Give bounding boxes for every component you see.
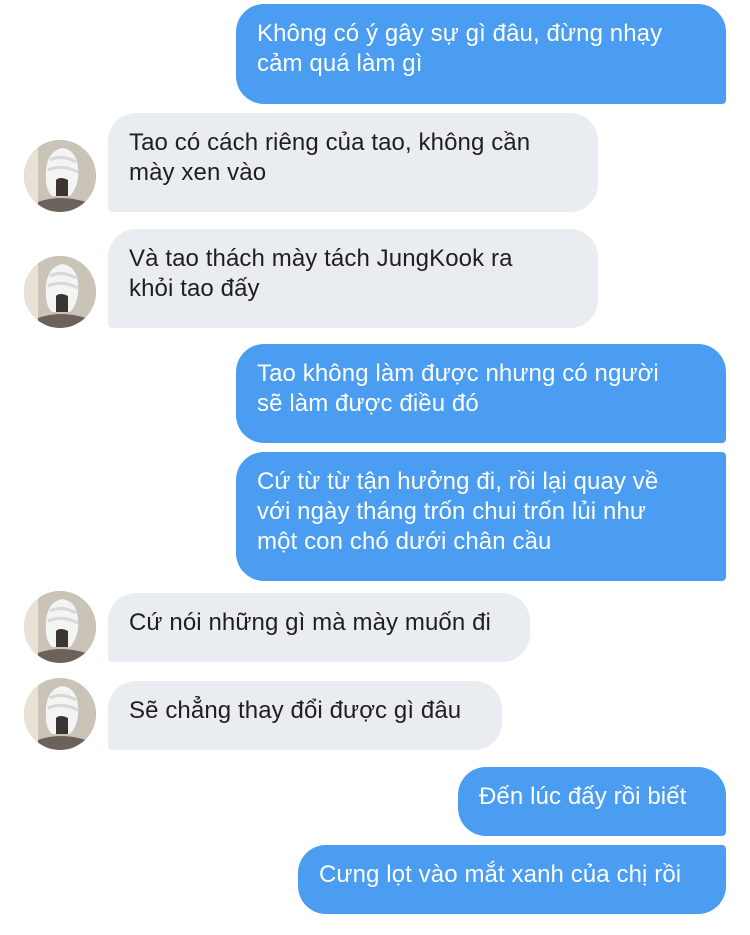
message-bubble-outgoing[interactable]: Tao không làm được nhưng có người sẽ làm… xyxy=(236,344,726,443)
message-text-line: Đến lúc đấy rồi biết xyxy=(479,783,687,810)
message-text-line: Và tao thách mày tách JungKook ra xyxy=(129,245,513,272)
message-text-line: mày xen vào xyxy=(129,159,267,186)
message-text-line: Cứ nói những gì mà mày muốn đi xyxy=(129,609,491,636)
message-text-line: với ngày tháng trốn chui trốn lủi như xyxy=(257,498,647,525)
message-text-line: Sẽ chẳng thay đổi được gì đâu xyxy=(129,697,462,724)
message-bubble-outgoing[interactable]: Đến lúc đấy rồi biết xyxy=(458,767,726,836)
message-bubble-incoming[interactable]: Sẽ chẳng thay đổi được gì đâu xyxy=(108,681,502,750)
message-text-line: khỏi tao đấy xyxy=(129,275,260,302)
message-text-line: sẽ làm được điều đó xyxy=(257,390,479,417)
message-text-line: Không có ý gây sự gì đâu, đừng nhạy xyxy=(257,20,663,47)
message-bubble-incoming[interactable]: Tao có cách riêng của tao, không cần mày… xyxy=(108,113,598,212)
message-bubble-outgoing[interactable]: Cứ từ từ tận hưởng đi, rồi lại quay về v… xyxy=(236,452,726,581)
message-text-line: Cưng lọt vào mắt xanh của chị rồi xyxy=(319,861,682,888)
message-text-line: Tao không làm được nhưng có người xyxy=(257,360,659,387)
avatar[interactable] xyxy=(24,678,96,750)
message-bubble-outgoing[interactable]: Không có ý gây sự gì đâu, đừng nhạy cảm … xyxy=(236,4,726,104)
message-text-line: một con chó dưới chân cầu xyxy=(257,528,552,555)
message-bubble-incoming[interactable]: Và tao thách mày tách JungKook ra khỏi t… xyxy=(108,229,598,328)
message-bubble-incoming[interactable]: Cứ nói những gì mà mày muốn đi xyxy=(108,593,530,662)
message-bubble-outgoing[interactable]: Cưng lọt vào mắt xanh của chị rồi xyxy=(298,845,726,914)
avatar[interactable] xyxy=(24,591,96,663)
message-text-line: Cứ từ từ tận hưởng đi, rồi lại quay về xyxy=(257,468,659,495)
message-text-line: cảm quá làm gì xyxy=(257,50,423,77)
avatar[interactable] xyxy=(24,256,96,328)
message-text-line: Tao có cách riêng của tao, không cần xyxy=(129,129,531,156)
avatar[interactable] xyxy=(24,140,96,212)
